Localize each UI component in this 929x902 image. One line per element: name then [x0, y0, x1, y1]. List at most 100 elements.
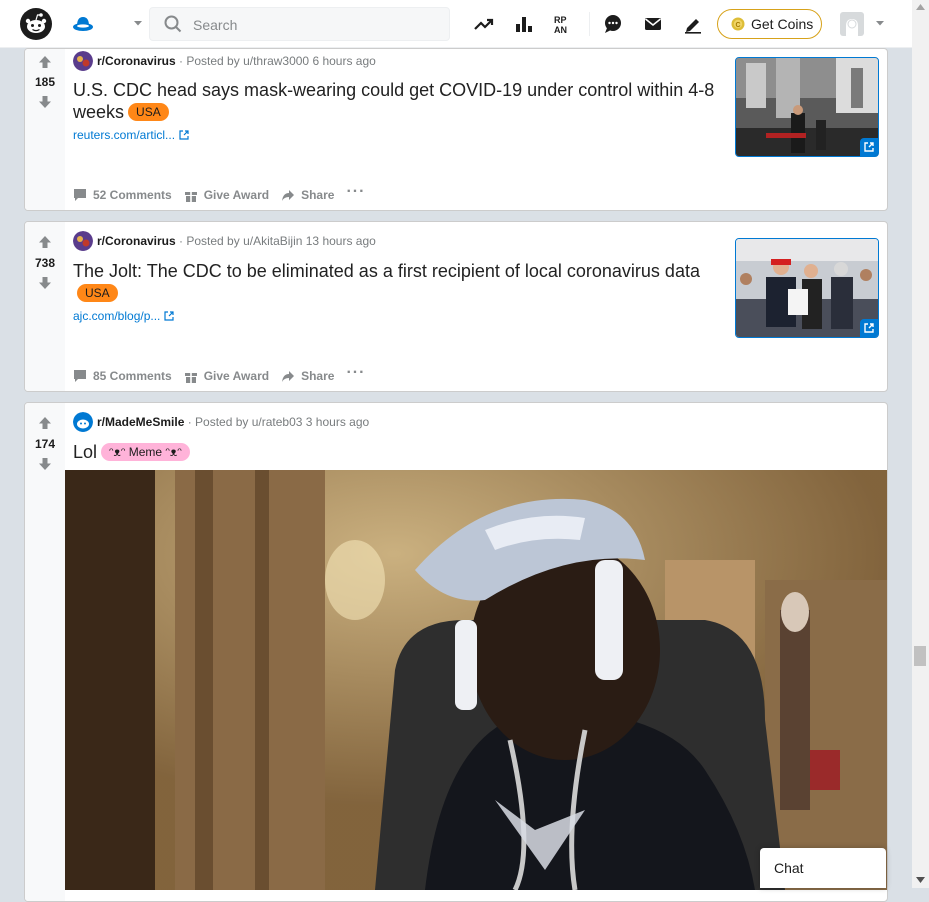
- svg-text:C: C: [736, 22, 741, 29]
- post-score: 185: [34, 75, 56, 89]
- chat-icon[interactable]: [601, 12, 625, 36]
- post-actions: 85 Comments Give Award Share ···: [73, 364, 377, 383]
- post-link[interactable]: ajc.com/blog/p...: [73, 309, 174, 323]
- vote-column: 185: [25, 49, 65, 210]
- scroll-up-arrow-icon[interactable]: [916, 4, 925, 10]
- subreddit-link[interactable]: r/Coronavirus: [97, 54, 176, 68]
- comments-label: 52 Comments: [93, 188, 172, 202]
- posted-by: · Posted by u/thraw3000 6 hours ago: [179, 54, 376, 68]
- post-thumbnail[interactable]: [735, 57, 879, 157]
- post-card[interactable]: 185 r/Coronavirus · Posted by u/thraw300…: [24, 48, 888, 211]
- svg-text:RP: RP: [554, 15, 567, 25]
- post-score: 738: [34, 256, 56, 270]
- subreddit-link[interactable]: r/Coronavirus: [97, 234, 176, 248]
- external-link-badge: [860, 319, 878, 337]
- post-flair[interactable]: USA: [128, 103, 169, 121]
- search-bar[interactable]: [149, 7, 450, 41]
- downvote-icon[interactable]: [38, 95, 52, 109]
- scrollbar-thumb[interactable]: [914, 646, 926, 666]
- post-title-text[interactable]: Lol: [73, 442, 97, 462]
- chat-label: Chat: [774, 860, 804, 876]
- thumbnail-image: [736, 58, 878, 156]
- post-link[interactable]: reuters.com/articl...: [73, 128, 189, 142]
- share-button[interactable]: Share: [281, 369, 334, 383]
- external-link-icon: [864, 142, 874, 152]
- post-title[interactable]: The Jolt: The CDC to be eliminated as a …: [73, 260, 723, 304]
- upvote-icon[interactable]: [38, 235, 52, 249]
- downvote-icon[interactable]: [38, 276, 52, 290]
- award-label: Give Award: [203, 188, 270, 202]
- get-coins-label: Get Coins: [751, 16, 814, 32]
- user-avatar-icon[interactable]: [840, 12, 864, 36]
- upvote-icon[interactable]: [38, 416, 52, 430]
- more-options-icon: ···: [346, 364, 366, 381]
- share-label: Share: [301, 369, 335, 383]
- link-text[interactable]: ajc.com/blog/p...: [73, 309, 160, 323]
- post-media-image[interactable]: [65, 470, 887, 890]
- downvote-icon[interactable]: [38, 457, 52, 471]
- posted-by: · Posted by u/AkitaBijin 13 hours ago: [179, 234, 376, 248]
- share-button[interactable]: Share: [281, 188, 334, 202]
- give-award-button[interactable]: Give Award: [184, 188, 269, 202]
- post-flair[interactable]: USA: [77, 284, 118, 302]
- comments-button[interactable]: 52 Comments: [73, 188, 172, 202]
- subreddit-icon[interactable]: [73, 231, 93, 251]
- post-card[interactable]: 174 r/MadeMeSmile · Posted by u/rateb03 …: [24, 402, 888, 902]
- header-divider: [589, 12, 590, 36]
- scroll-down-arrow-icon[interactable]: [916, 877, 925, 883]
- comments-label: 85 Comments: [93, 369, 172, 383]
- chevron-down-icon[interactable]: [131, 16, 145, 30]
- post-title[interactable]: U.S. CDC head says mask-wearing could ge…: [73, 79, 723, 123]
- external-link-icon: [179, 130, 189, 140]
- share-icon: [282, 190, 295, 201]
- share-label: Share: [301, 188, 335, 202]
- share-icon: [282, 371, 295, 382]
- more-options-icon: ···: [346, 183, 366, 200]
- post-card[interactable]: 738 r/Coronavirus · Posted by u/AkitaBij…: [24, 221, 888, 392]
- post-meta: r/Coronavirus · Posted by u/thraw3000 6 …: [97, 54, 376, 68]
- post-thumbnail[interactable]: [735, 238, 879, 338]
- comment-icon: [74, 189, 86, 201]
- stats-icon[interactable]: [512, 12, 536, 36]
- post-title[interactable]: Lol ᵔᴥᵔ Meme ᵔᴥᵔ: [73, 441, 723, 463]
- thumbnail-image: [736, 239, 878, 337]
- post-title-text[interactable]: The Jolt: The CDC to be eliminated as a …: [73, 261, 700, 281]
- link-text[interactable]: reuters.com/articl...: [73, 128, 175, 142]
- more-options-button[interactable]: ···: [346, 182, 365, 202]
- post-score: 174: [34, 437, 56, 451]
- upvote-icon[interactable]: [38, 55, 52, 69]
- subreddit-icon[interactable]: [73, 412, 93, 432]
- gift-icon: [184, 373, 197, 383]
- post-meta: r/Coronavirus · Posted by u/AkitaBijin 1…: [97, 234, 376, 248]
- top-navbar: RP AN C Get Coins: [0, 0, 912, 48]
- video-frame: [65, 470, 887, 890]
- search-icon: [164, 15, 182, 33]
- trending-icon[interactable]: [472, 12, 496, 36]
- home-icon[interactable]: [71, 12, 95, 36]
- give-award-button[interactable]: Give Award: [184, 369, 269, 383]
- comments-button[interactable]: 85 Comments: [73, 369, 172, 383]
- post-actions: 52 Comments Give Award Share ···: [73, 183, 377, 202]
- mail-icon[interactable]: [641, 12, 665, 36]
- rpan-icon[interactable]: RP AN: [552, 12, 576, 36]
- post-meta: r/MadeMeSmile · Posted by u/rateb03 3 ho…: [97, 415, 369, 429]
- coin-icon: C: [731, 17, 745, 31]
- gift-icon: [184, 192, 197, 202]
- create-post-icon[interactable]: [681, 12, 705, 36]
- more-options-button[interactable]: ···: [346, 363, 365, 383]
- award-label: Give Award: [203, 369, 270, 383]
- reddit-logo-icon[interactable]: [20, 8, 52, 40]
- subreddit-link[interactable]: r/MadeMeSmile: [97, 415, 184, 429]
- chat-button[interactable]: Chat: [760, 848, 886, 888]
- vote-column: 738: [25, 222, 65, 391]
- post-flair[interactable]: ᵔᴥᵔ Meme ᵔᴥᵔ: [101, 443, 190, 461]
- subreddit-icon[interactable]: [73, 51, 93, 71]
- chevron-down-icon[interactable]: [873, 16, 887, 30]
- page-scrollbar[interactable]: [912, 0, 929, 888]
- get-coins-button[interactable]: C Get Coins: [717, 9, 822, 39]
- comment-icon: [74, 370, 86, 382]
- external-link-icon: [864, 323, 874, 333]
- search-input[interactable]: [191, 14, 445, 36]
- post-title-text[interactable]: U.S. CDC head says mask-wearing could ge…: [73, 80, 714, 122]
- posted-by: · Posted by u/rateb03 3 hours ago: [187, 415, 370, 429]
